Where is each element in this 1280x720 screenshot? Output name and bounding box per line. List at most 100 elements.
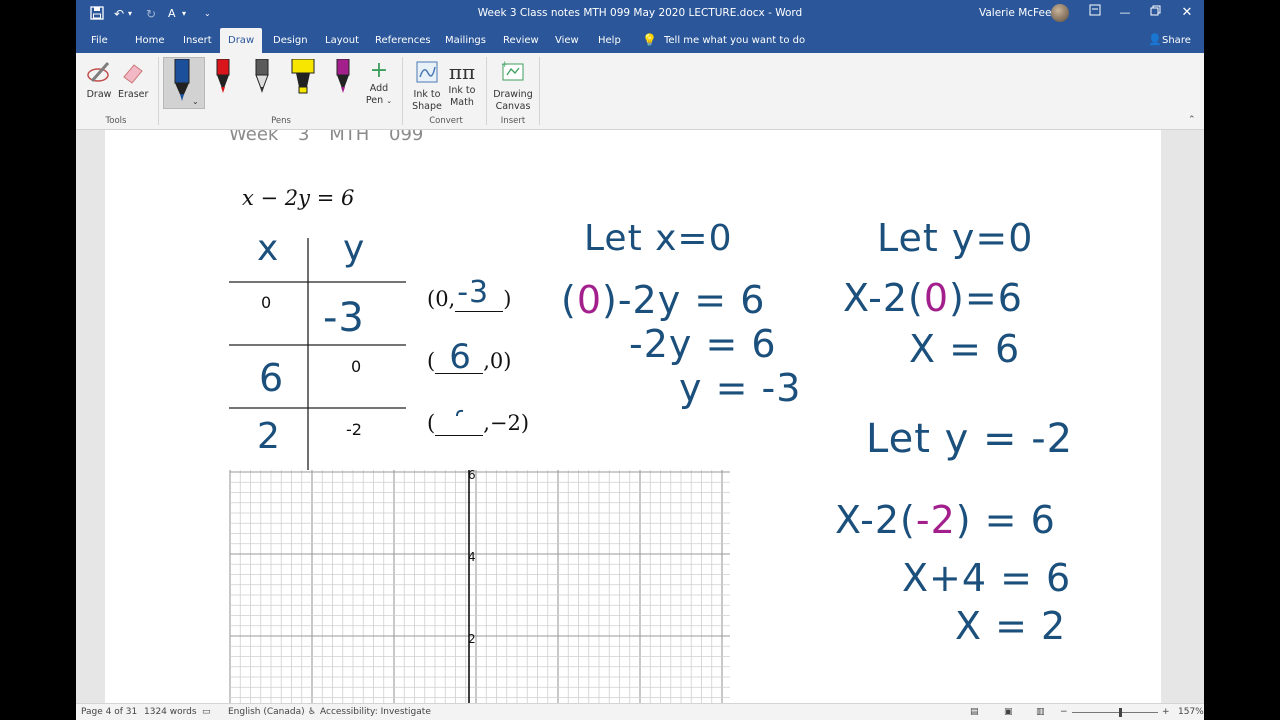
table-cell-y3: -2 <box>346 420 362 439</box>
drawing-canvas-label-2: Canvas <box>495 101 531 112</box>
restore-icon[interactable] <box>1146 4 1164 22</box>
tab-home[interactable]: Home <box>127 28 173 53</box>
minimize-icon[interactable]: — <box>1116 4 1134 22</box>
zoom-slider-track[interactable] <box>1072 712 1158 713</box>
work-yneg2-l2c: ) = 6 <box>955 498 1056 542</box>
ink-to-math-label-2: Math <box>450 97 474 108</box>
tab-view[interactable]: View <box>547 28 587 53</box>
plus-icon: + <box>369 58 389 83</box>
pen-options-chevron-icon[interactable]: ⌄ <box>192 97 199 106</box>
work-y0-line2: X-2(0)=6 <box>843 276 1023 320</box>
zoom-in-icon[interactable]: + <box>1162 707 1170 717</box>
tab-design[interactable]: Design <box>265 28 316 53</box>
share-icon: 👤 <box>1148 33 1162 46</box>
pair1-fill: -3 <box>457 275 490 310</box>
pen-red-icon <box>216 58 230 93</box>
table-cell-x1: 0 <box>261 293 272 312</box>
work-yneg2-line2: X-2(-2) = 6 <box>835 498 1056 542</box>
work-y0-l2a: X-2( <box>843 276 924 320</box>
tab-insert[interactable]: Insert <box>175 28 220 53</box>
pen-magenta-icon <box>336 58 350 93</box>
page-count[interactable]: Page 4 of 31 <box>81 707 137 717</box>
close-icon[interactable]: ✕ <box>1178 4 1196 22</box>
pen-red[interactable] <box>214 58 232 103</box>
pencil-gray[interactable] <box>253 58 271 103</box>
ink-to-shape-label-2: Shape <box>412 101 442 112</box>
ribbon: Draw Eraser Tools ⌄ + Add Pen ⌄ Pens Ink… <box>76 53 1204 130</box>
add-pen-button[interactable]: + Add Pen ⌄ <box>364 59 394 107</box>
work-x0-l2b: 0 <box>576 278 603 322</box>
tools-group-label: Tools <box>105 116 127 126</box>
pen-blue[interactable] <box>171 58 193 109</box>
ordered-pair-3: ( ,−2) <box>427 409 530 436</box>
user-name[interactable]: Valerie McFee <box>979 7 1051 19</box>
zoom-slider-thumb[interactable] <box>1119 708 1122 717</box>
word-count[interactable]: 1324 words <box>144 707 197 717</box>
print-layout-icon[interactable]: ▣ <box>1004 707 1013 717</box>
read-mode-icon[interactable]: ▤ <box>970 707 979 717</box>
insert-group-label: Insert <box>500 116 526 126</box>
tell-me-search[interactable]: Tell me what you want to do <box>664 28 805 53</box>
eraser-label: Eraser <box>118 89 149 100</box>
avatar[interactable] <box>1051 4 1069 22</box>
zoom-level[interactable]: 157% <box>1178 707 1204 717</box>
share-button[interactable]: Share <box>1162 28 1191 53</box>
work-y0-line3: X = 6 <box>909 327 1021 371</box>
tab-review[interactable]: Review <box>495 28 547 53</box>
pen-blue-icon <box>174 58 190 101</box>
pair2-close: ,0) <box>483 349 512 373</box>
convert-group-label: Convert <box>429 116 463 126</box>
language[interactable]: English (Canada) <box>228 707 305 717</box>
pair3-close: ,−2) <box>483 411 530 435</box>
drawing-canvas-button[interactable]: + Drawing Canvas <box>492 59 534 113</box>
proofing-icon[interactable]: ▭ <box>202 707 211 717</box>
accessibility-icon: ♿ <box>308 707 317 717</box>
table-cell-y2: 0 <box>351 357 362 376</box>
table-cell-x2: 6 <box>259 356 285 400</box>
work-x0-line3: -2y = 6 <box>629 322 777 366</box>
coordinate-grid[interactable] <box>225 470 745 703</box>
ink-to-shape-icon <box>416 61 438 83</box>
ribbon-display-icon[interactable] <box>1086 4 1104 22</box>
work-yneg2-line1: Let y = -2 <box>866 416 1074 462</box>
add-pen-chevron-icon: ⌄ <box>386 97 393 105</box>
tab-help[interactable]: Help <box>590 28 629 53</box>
draw-tool-button[interactable]: Draw <box>82 59 116 101</box>
title-bar: ↶ ▾ ↻ A ▾ ⌄ Week 3 Class notes MTH 099 M… <box>76 0 1204 28</box>
tab-mailings[interactable]: Mailings <box>437 28 494 53</box>
add-pen-label-2: Pen ⌄ <box>364 95 394 107</box>
drawing-canvas-icon: + <box>501 60 524 81</box>
ink-to-math-label-1: Ink to <box>448 85 476 96</box>
group-separator <box>158 57 159 125</box>
pair3-ink-mark <box>456 409 464 417</box>
tab-draw[interactable]: Draw <box>220 28 263 53</box>
group-separator <box>486 57 487 125</box>
pen-magenta[interactable] <box>334 58 352 103</box>
work-x0-line2: (0)-2y = 6 <box>561 278 765 322</box>
work-x0-l2a: ( <box>561 278 577 322</box>
collapse-ribbon-icon[interactable]: ⌃ <box>1188 115 1196 125</box>
work-yneg2-line3: X+4 = 6 <box>902 556 1072 600</box>
work-x0-line4: y = -3 <box>679 366 802 410</box>
tab-references[interactable]: References <box>367 28 439 53</box>
accessibility-status[interactable]: Accessibility: Investigate <box>320 707 431 717</box>
zoom-out-icon[interactable]: − <box>1060 707 1068 717</box>
document-area[interactable]: Week 3 MTH 099 x − 2y = 6 x y 0 -3 6 0 2… <box>76 130 1204 703</box>
highlighter-yellow[interactable] <box>290 58 316 103</box>
draw-pencil-icon <box>87 62 110 82</box>
web-layout-icon[interactable]: ▥ <box>1036 707 1045 717</box>
drawing-canvas-label-1: Drawing <box>493 89 533 100</box>
tab-layout[interactable]: Layout <box>317 28 367 53</box>
document-page[interactable]: Week 3 MTH 099 x − 2y = 6 x y 0 -3 6 0 2… <box>105 130 1161 703</box>
ink-to-shape-button[interactable]: Ink to Shape <box>410 59 444 113</box>
work-x0-l2c: )-2y = 6 <box>602 278 766 322</box>
pair3-open: ( <box>427 411 436 435</box>
pens-group-label: Pens <box>271 116 291 126</box>
eraser-button[interactable]: Eraser <box>118 59 148 101</box>
work-yneg2-line4: X = 2 <box>955 604 1067 648</box>
pair1-open: (0, <box>427 287 456 311</box>
ink-to-math-button[interactable]: ππ Ink to Math <box>445 59 479 109</box>
work-y0-l2c: )=6 <box>949 276 1023 320</box>
tab-file[interactable]: File <box>83 28 116 53</box>
table-header-x: x <box>257 228 280 269</box>
